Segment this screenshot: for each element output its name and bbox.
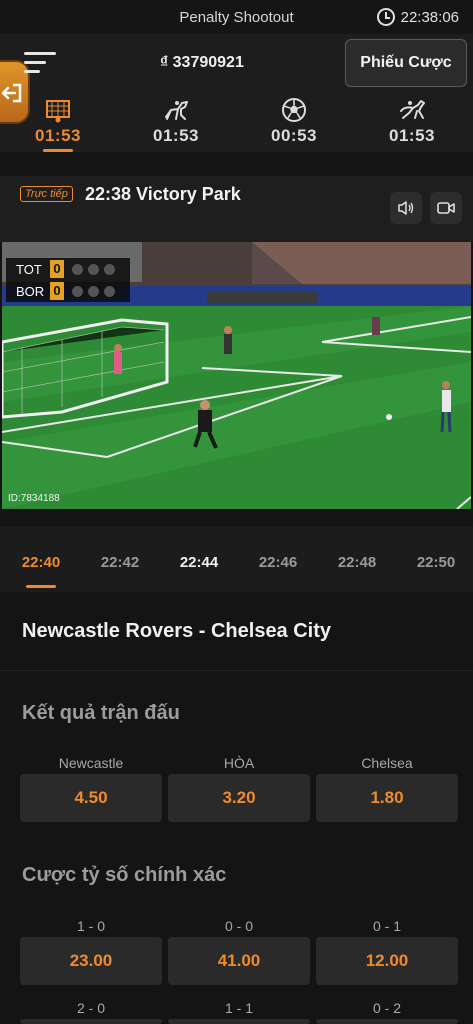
clock-icon xyxy=(376,8,395,26)
score-label-0-0: 0 - 0 xyxy=(224,918,253,934)
score-odds-0-1[interactable]: 12.00 xyxy=(316,937,458,985)
live-title: 22:38 Victory Park xyxy=(85,184,241,204)
horse-racing-icon xyxy=(165,101,188,120)
live-video[interactable]: TOT 0 BOR 0 ID:7834188 xyxy=(2,242,471,509)
home-penalty-dots xyxy=(72,263,115,275)
time-tab-2246[interactable]: 22:46 xyxy=(248,554,308,571)
betslip-button[interactable]: Phiếu Cược xyxy=(345,39,467,87)
home-team: TOT xyxy=(16,261,42,277)
home-score: 0 xyxy=(50,260,64,278)
sport-tab-football[interactable]: 00:53 xyxy=(254,96,334,146)
match-title: Newcastle Rovers - Chelsea City xyxy=(22,620,332,642)
clock-time: 22:38:06 xyxy=(400,8,459,26)
score-odds-1-0[interactable]: 23.00 xyxy=(20,937,162,985)
score-odds-0-2[interactable] xyxy=(316,1019,458,1024)
score-row-home: TOT 0 xyxy=(6,258,130,280)
status-bar: Penalty Shootout 22:38:06 xyxy=(0,0,473,34)
score-odds-2-0[interactable] xyxy=(20,1019,162,1024)
time-tab-2240[interactable]: 22:40 xyxy=(11,554,71,588)
score-label-2-0: 2 - 0 xyxy=(76,1000,105,1016)
divider xyxy=(0,670,473,671)
live-strip: Trực tiếp 22:38 Victory Park xyxy=(0,176,473,242)
option-label-home: Newcastle xyxy=(58,755,124,771)
away-team: BOR xyxy=(16,283,45,299)
odds-button-away[interactable]: 1.80 xyxy=(316,774,458,822)
odds-button-home[interactable]: 4.50 xyxy=(20,774,162,822)
scoreboard: TOT 0 BOR 0 xyxy=(6,258,130,302)
score-label-1-0: 1 - 0 xyxy=(76,918,105,934)
goal-net-icon xyxy=(46,100,70,123)
option-label-draw: HÒA xyxy=(223,755,255,771)
camera-icon xyxy=(437,202,455,214)
score-label-0-2: 0 - 2 xyxy=(372,1000,401,1016)
greyhound-icon xyxy=(400,100,425,119)
away-penalty-dots xyxy=(72,285,115,297)
balance: ₫ 33790921 xyxy=(160,54,244,71)
sport-tab-greyhound[interactable]: 01:53 xyxy=(372,96,452,146)
away-score: 0 xyxy=(50,282,64,300)
sport-tab-horse-racing[interactable]: 01:53 xyxy=(136,96,216,146)
score-odds-1-1[interactable] xyxy=(168,1019,310,1024)
header: ₫ 33790921 Phiếu Cược 01:53 01:53 00:53 … xyxy=(0,34,473,152)
video-toggle-button[interactable] xyxy=(430,192,462,224)
option-label-away: Chelsea xyxy=(361,755,413,771)
time-tab-2250[interactable]: 22:50 xyxy=(406,554,466,571)
active-indicator xyxy=(43,149,73,152)
score-label-0-1: 0 - 1 xyxy=(372,918,401,934)
live-badge: Trực tiếp xyxy=(20,186,73,202)
menu-icon[interactable] xyxy=(24,52,56,76)
time-tab-2248[interactable]: 22:48 xyxy=(327,554,387,571)
market-title-correct-score: Cược tỷ số chính xác xyxy=(22,864,227,886)
speaker-icon xyxy=(398,201,414,215)
clock: 22:38:06 xyxy=(376,8,459,26)
active-indicator xyxy=(26,585,56,588)
sport-tab-penalty[interactable]: 01:53 xyxy=(18,96,98,152)
time-tab-2244[interactable]: 22:44 xyxy=(169,554,229,571)
score-odds-0-0[interactable]: 41.00 xyxy=(168,937,310,985)
stream-id: ID:7834188 xyxy=(8,493,60,504)
time-tabs: 22:40 22:42 22:44 22:46 22:48 22:50 xyxy=(0,526,473,592)
sound-button[interactable] xyxy=(390,192,422,224)
market-title-result: Kết quả trận đấu xyxy=(22,702,180,724)
time-tab-2242[interactable]: 22:42 xyxy=(90,554,150,571)
score-row-away: BOR 0 xyxy=(6,280,130,302)
odds-button-draw[interactable]: 3.20 xyxy=(168,774,310,822)
sport-selector: 01:53 01:53 00:53 01:53 xyxy=(0,96,473,152)
football-icon xyxy=(282,98,306,122)
score-label-1-1: 1 - 1 xyxy=(224,1000,253,1016)
